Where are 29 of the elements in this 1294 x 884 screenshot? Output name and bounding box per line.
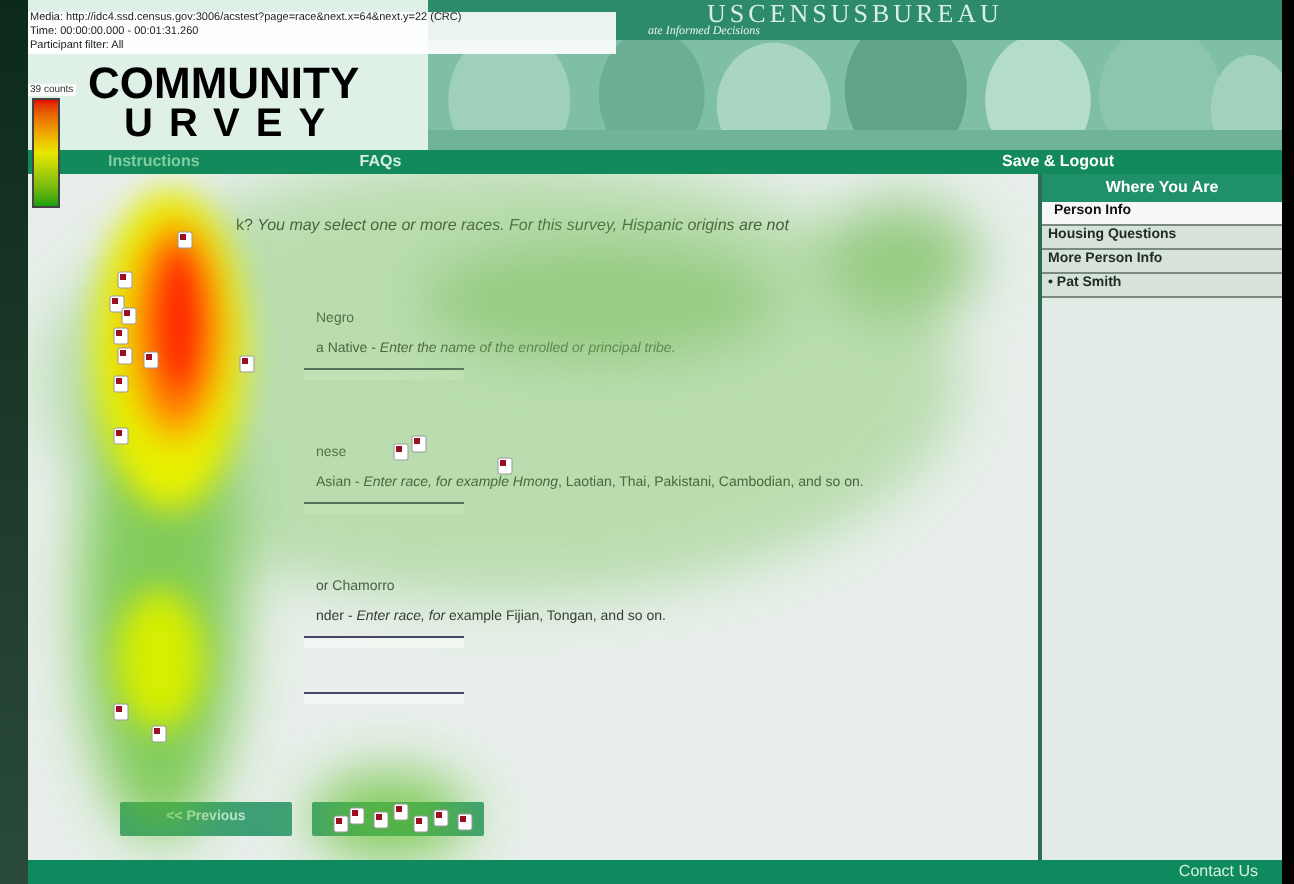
gaze-point	[143, 351, 159, 369]
legend-bar	[32, 98, 60, 208]
gaze-point	[117, 271, 133, 289]
gaze-point	[239, 355, 255, 373]
logo-text: COMMUNITY	[88, 64, 362, 104]
text-field[interactable]	[304, 636, 464, 648]
nav-link[interactable]: Instructions	[108, 150, 200, 174]
sidebar-header: Where You Are	[1042, 174, 1282, 202]
text-field[interactable]	[304, 502, 464, 514]
gaze-point	[373, 811, 389, 829]
text-field[interactable]	[304, 692, 464, 704]
gaze-point	[177, 231, 193, 249]
text-field[interactable]	[304, 368, 464, 380]
gaze-point	[393, 803, 409, 821]
gaze-point	[457, 813, 473, 831]
question-text: k? You may select one or more races. For this survey, Hispanic origins are not	[236, 214, 792, 238]
gaze-point	[113, 703, 129, 721]
heat-area	[116, 590, 204, 730]
agency-title: USCENSUSBUREAU	[707, 0, 1003, 26]
logo-text: URVEY	[122, 104, 344, 144]
gaze-point	[413, 815, 429, 833]
gaze-point	[497, 457, 513, 475]
gaze-point	[433, 809, 449, 827]
gaze-point	[113, 427, 129, 445]
nav-link[interactable]: FAQs	[359, 150, 402, 174]
contact-link[interactable]: Contact Us	[1178, 860, 1258, 884]
nav-link[interactable]: Save & Logout	[1001, 150, 1114, 174]
gaze-point	[151, 725, 167, 743]
gaze-point	[113, 375, 129, 393]
